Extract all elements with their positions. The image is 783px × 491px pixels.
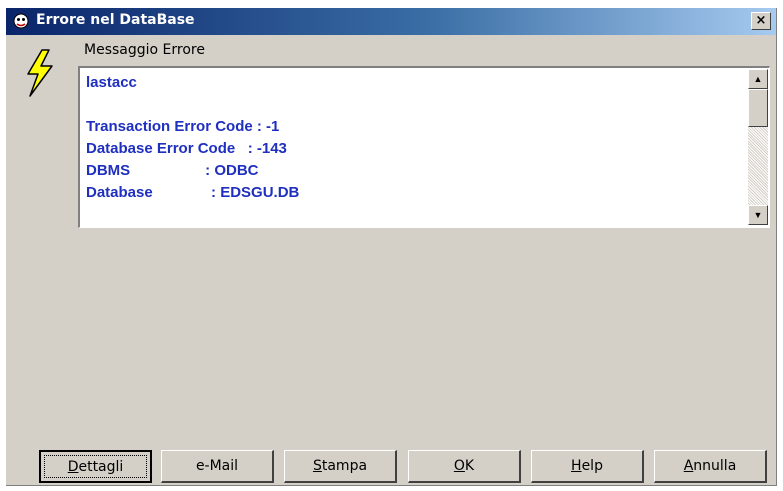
ok-button[interactable]: OK <box>408 450 521 483</box>
help-label: elp <box>581 458 603 474</box>
help-button[interactable]: Help <box>531 450 644 483</box>
scroll-up-button[interactable]: ▲ <box>748 69 768 89</box>
close-button[interactable]: × <box>751 12 771 30</box>
message-line <box>86 94 299 116</box>
scroll-thumb[interactable] <box>748 89 768 127</box>
email-button[interactable]: e-Mail <box>161 450 274 483</box>
help-mnemonic: H <box>571 458 582 474</box>
error-dialog: Errore nel DataBase × Messaggio Errore l… <box>6 8 777 486</box>
ok-label: K <box>464 458 475 474</box>
error-message-text: lastacc Transaction Error Code : -1 Datab… <box>86 72 299 204</box>
cancel-mnemonic: A <box>683 458 694 474</box>
details-button[interactable]: Dettagli <box>39 450 152 483</box>
details-focus-rect: Dettagli <box>44 455 147 478</box>
app-icon <box>13 13 29 29</box>
lightning-bolt-icon <box>27 49 53 97</box>
message-line: Transaction Error Code : -1 <box>86 118 280 135</box>
message-line: DBMS : ODBC <box>86 162 259 179</box>
details-label: ettagli <box>78 459 124 475</box>
message-label: Messaggio Errore <box>84 42 205 58</box>
cancel-button[interactable]: Annulla <box>654 450 767 483</box>
print-label: tampa <box>321 458 368 474</box>
message-line: Database : EDSGU.DB <box>86 184 300 201</box>
title-bar[interactable]: Errore nel DataBase × <box>6 8 776 35</box>
print-mnemonic: S <box>312 458 322 474</box>
error-message-box[interactable]: lastacc Transaction Error Code : -1 Datab… <box>78 66 770 228</box>
scroll-down-button[interactable]: ▼ <box>748 205 768 225</box>
ok-mnemonic: O <box>453 458 465 474</box>
message-line: Database Error Code : -143 <box>86 140 287 157</box>
window-title: Errore nel DataBase <box>36 12 195 28</box>
cancel-label: nnulla <box>693 458 737 474</box>
print-button[interactable]: Stampa <box>284 450 397 483</box>
vertical-scrollbar[interactable]: ▲ ▼ <box>748 69 768 225</box>
details-mnemonic: D <box>67 459 79 475</box>
email-label: e-Mail <box>195 458 239 474</box>
message-line: lastacc <box>86 74 137 91</box>
